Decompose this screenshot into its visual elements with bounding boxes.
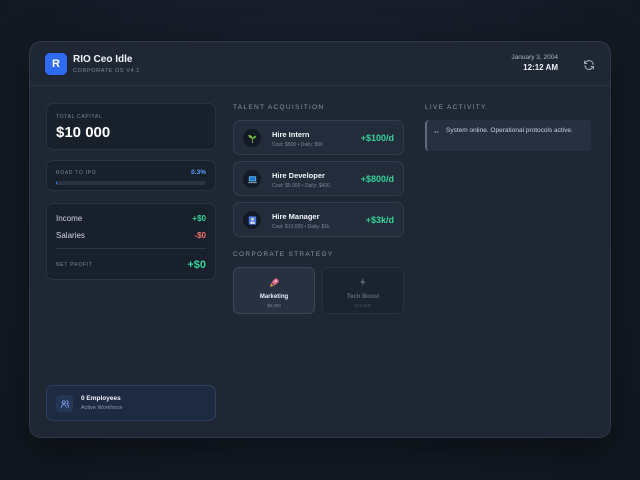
hire-developer-button[interactable]: Hire Developer Cost: $5 000 • Daily: $40…: [233, 161, 404, 196]
finance-summary-card: Income +$0 Salaries -$0 NET PROFIT +$0: [46, 203, 216, 280]
refresh-icon[interactable]: [583, 58, 595, 70]
activity-text: System online. Operational protocols act…: [446, 127, 573, 134]
users-icon: [56, 395, 73, 412]
hire-item-rate: +$100/d: [360, 133, 394, 143]
hire-item-title: Hire Manager: [272, 212, 320, 221]
talent-section-title: TALENT ACQUISITION: [233, 104, 325, 111]
income-row: Income +$0: [56, 214, 206, 223]
hire-item-title: Hire Intern: [272, 130, 310, 139]
total-capital-label: TOTAL CAPITAL: [56, 114, 103, 120]
sprout-icon: [243, 129, 261, 147]
hire-item-title: Hire Developer: [272, 171, 325, 180]
total-capital-value: $10 000: [56, 124, 111, 141]
total-capital-card: TOTAL CAPITAL $10 000: [46, 103, 216, 150]
net-profit-value: +$0: [187, 259, 206, 271]
activity-marker: ●●: [434, 129, 439, 134]
ipo-progress-bar: [56, 181, 206, 185]
employee-count: 0 Employees: [81, 395, 121, 402]
app-title: RIO Ceo Idle: [73, 54, 133, 65]
ipo-percent: 0.3%: [191, 169, 206, 176]
current-time: 12:12 AM: [523, 63, 558, 72]
manager-icon: [243, 211, 261, 229]
ipo-progress-card: ROAD TO IPO 0.3%: [46, 160, 216, 191]
hire-item-rate: +$3k/d: [365, 215, 394, 225]
marketing-strategy-button[interactable]: Marketing $5,000: [233, 267, 315, 314]
employee-subtitle: Active Workforce: [81, 405, 123, 411]
income-label: Income: [56, 214, 83, 223]
app-header: R RIO Ceo Idle CORPORATE OS V4.1 January…: [30, 42, 610, 86]
app-logo: R: [45, 53, 67, 75]
hire-item-cost: Cost: $10,000 • Daily: $1k: [272, 224, 330, 230]
app-window: R RIO Ceo Idle CORPORATE OS V4.1 January…: [29, 41, 611, 438]
strategy-cost: $5,000: [267, 303, 281, 308]
activity-log-item: ●● System online. Operational protocols …: [425, 120, 591, 151]
tech-boost-strategy-button[interactable]: Tech Boost $10,000: [322, 267, 404, 314]
app-subtitle: CORPORATE OS V4.1: [73, 68, 140, 74]
finance-divider: [56, 248, 206, 249]
hire-item-rate: +$800/d: [360, 174, 394, 184]
activity-section-title: LIVE ACTIVITY: [425, 104, 487, 111]
strategy-cost: $10,000: [354, 303, 372, 308]
laptop-icon: [243, 170, 261, 188]
strategy-section-title: CORPORATE STRATEGY: [233, 251, 334, 258]
strategy-name: Marketing: [259, 294, 289, 300]
current-date: January 3, 2004: [511, 54, 558, 61]
ipo-label: ROAD TO IPO: [56, 170, 97, 176]
salaries-row: Salaries -$0: [56, 231, 206, 240]
net-profit-label: NET PROFIT: [56, 262, 93, 268]
salaries-label: Salaries: [56, 231, 85, 240]
hire-item-cost: Cost: $5 000 • Daily: $400: [272, 183, 330, 189]
lightning-icon: [323, 277, 403, 287]
hire-item-cost: Cost: $500 • Daily: $50: [272, 142, 323, 148]
hire-intern-button[interactable]: Hire Intern Cost: $500 • Daily: $50 +$10…: [233, 120, 404, 155]
ipo-progress-fill: [56, 181, 57, 185]
hire-manager-button[interactable]: Hire Manager Cost: $10,000 • Daily: $1k …: [233, 202, 404, 237]
strategy-name: Tech Boost: [346, 294, 380, 300]
income-value: +$0: [192, 214, 206, 223]
employees-card[interactable]: 0 Employees Active Workforce: [46, 385, 216, 421]
salaries-value: -$0: [194, 231, 206, 240]
rocket-icon: [234, 277, 314, 288]
